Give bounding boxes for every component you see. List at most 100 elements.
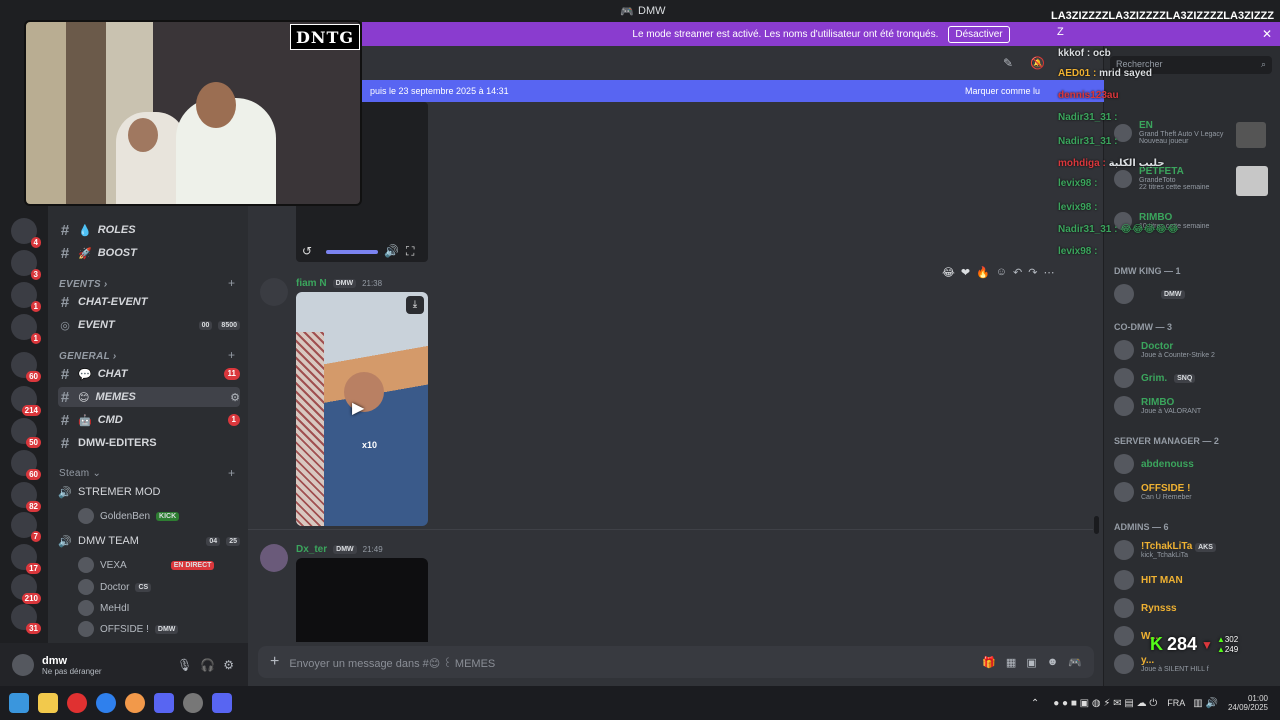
member-item[interactable]: Doctor Joue à Counter-Strike 2 [1114,340,1215,360]
server-icon[interactable]: 60 [11,450,41,480]
apps-icon[interactable]: 🎮 [1068,656,1082,669]
reply-icon[interactable]: ↶ [1013,266,1022,279]
heart-reaction-icon[interactable]: ❤ [961,266,970,279]
volume-slider[interactable] [326,250,378,254]
message-input[interactable]: Envoyer un message dans #😊 ꒰ MEMES [289,655,495,670]
member-item[interactable]: abdenouss [1114,454,1194,474]
voice-user[interactable]: Doctor CS [78,579,152,595]
obs-icon[interactable] [183,693,203,713]
voice-dmw-team[interactable]: 🔊 DMW TEAM 04 25 [58,531,240,551]
streamer-mode-banner: Le mode streamer est activé. Les noms d'… [362,22,1280,46]
member-item[interactable]: OFFSIDE ! Can U Remeber [1114,482,1192,502]
add-attachment-icon[interactable]: + [270,653,279,671]
volume-icon[interactable]: 🔊 [384,244,399,258]
edge-icon[interactable] [96,693,116,713]
server-icon[interactable]: 214 [11,386,41,416]
server-icon[interactable]: 60 [11,352,41,382]
video-attachment[interactable]: ▶ x10 ⤓ [296,292,428,526]
discord-active-icon[interactable] [212,693,232,713]
server-icon[interactable]: 4 [11,218,41,248]
member-item[interactable]: y... Joue à SILENT HILL f [1114,654,1209,674]
more-icon[interactable]: ⋯ [1043,266,1054,279]
voice-user[interactable]: MeHdI [78,600,129,616]
member-item[interactable]: RIMBO Joue à VALORANT [1114,396,1201,416]
member-item[interactable]: Rynsss [1114,598,1177,618]
server-icon[interactable]: 210 [11,574,41,604]
clock[interactable]: 01:00 24/09/2025 [1228,694,1268,712]
microphone-icon[interactable]: 🎙 [177,658,192,672]
mark-as-read-button[interactable]: Marquer comme lu [965,86,1040,96]
disable-streamer-button[interactable]: Désactiver [948,25,1010,43]
laugh-reaction-icon[interactable]: 😂 [942,266,955,279]
channel-chat[interactable]: # 💬 CHAT 11 [58,364,240,384]
chrome-icon[interactable] [125,693,145,713]
message-author[interactable]: Dx_ter [296,544,327,555]
category-events[interactable]: EVENTS › [59,279,108,290]
member-item[interactable]: DMW [1114,284,1185,304]
voice-stremer-mod[interactable]: 🔊 STREMER MOD [58,482,240,502]
server-icon[interactable]: 50 [11,418,41,448]
network-icon[interactable]: ▥ 🔊 [1193,698,1218,709]
fire-reaction-icon[interactable]: 🔥 [976,266,990,279]
opera-icon[interactable] [67,693,87,713]
server-icon[interactable]: 17 [11,544,41,574]
server-icon[interactable]: 1 [11,314,41,344]
member-item[interactable]: HIT MAN [1114,570,1183,590]
channel-cmd[interactable]: # 🤖 CMD 1 [58,410,240,430]
settings-gear-icon[interactable]: ⚙ [223,658,234,672]
add-reaction-icon[interactable]: ☺ [996,266,1007,279]
headphones-icon[interactable]: 🎧 [200,658,215,672]
member-item[interactable]: !TchakLiTa AKS kick_TchakLiTa [1114,540,1216,560]
forward-icon[interactable]: ↷ [1028,266,1037,279]
channel-event[interactable]: ◎ EVENT 00 8500 [58,315,240,335]
thread-icon[interactable]: ✎ [1003,56,1013,70]
channel-roles[interactable]: # 💧 ROLES [58,220,240,240]
voice-user[interactable]: GoldenBen KICK [78,508,180,524]
avatar[interactable] [260,544,288,572]
voice-user[interactable]: OFFSIDE ! DMW [78,621,179,637]
add-channel-icon[interactable]: + [228,466,235,480]
language-indicator[interactable]: FRA [1167,698,1185,708]
gift-icon[interactable]: 🎁 [982,656,996,669]
voice-user[interactable]: VEXA EN DIRECT [78,557,215,573]
download-icon[interactable]: ⤓ [406,296,424,314]
add-channel-icon[interactable]: + [228,348,235,362]
fullscreen-icon[interactable]: ⛶ [406,244,414,259]
channel-boost[interactable]: # 🚀 BOOST [58,243,240,263]
message-author[interactable]: fiam N [296,278,327,289]
chevron-up-icon[interactable]: ⌃ [1031,698,1039,709]
bell-muted-icon[interactable]: 🔕 [1030,56,1045,70]
emoji-icon[interactable]: ☻ [1047,656,1059,668]
member-item[interactable]: Grim. SNQ [1114,368,1196,388]
message-composer[interactable]: + Envoyer un message dans #😊 ꒰ MEMES 🎁 ▦… [258,646,1094,678]
category-general[interactable]: GENERAL › [59,351,117,362]
role-header: DMW KING — 1 [1114,266,1181,276]
video-attachment[interactable] [296,558,428,642]
new-messages-bar[interactable]: puis le 23 septembre 2025 à 14:31 Marque… [362,80,1104,102]
server-icon[interactable]: 3 [11,250,41,280]
avatar[interactable] [12,654,34,676]
category-steam[interactable]: Steam ⌄ [59,468,101,479]
windows-start-icon[interactable] [9,693,29,713]
discord-icon[interactable] [154,693,174,713]
replay-icon[interactable]: ↺ [302,244,312,258]
channel-dmw-editers[interactable]: # DMW-EDITERS [58,433,240,453]
avatar[interactable] [260,278,288,306]
hash-icon: # [60,411,70,429]
sticker-icon[interactable]: ▣ [1026,656,1036,669]
gear-icon[interactable]: ⚙ [230,391,240,404]
scrollbar-thumb[interactable] [1094,516,1099,534]
server-icon[interactable]: 7 [11,512,41,542]
tray-icons[interactable]: ● ● ■ ▣ ◍ ⚡ ✉ ▤ ☁ ⏻ [1053,698,1157,709]
play-icon[interactable]: ▶ [352,398,364,418]
server-icon[interactable]: 31 [11,604,41,634]
file-explorer-icon[interactable] [38,693,58,713]
gif-icon[interactable]: ▦ [1006,656,1016,669]
server-icon[interactable]: 1 [11,282,41,312]
server-icon[interactable]: 82 [11,482,41,512]
channel-chat-event[interactable]: # CHAT-EVENT [58,292,240,312]
message-header: Dx_ter DMW 21:49 [296,544,383,555]
add-channel-icon[interactable]: + [228,276,235,290]
channel-memes[interactable]: # 😊 MEMES ⚙ [58,387,240,407]
close-icon[interactable]: ✕ [1262,27,1272,41]
